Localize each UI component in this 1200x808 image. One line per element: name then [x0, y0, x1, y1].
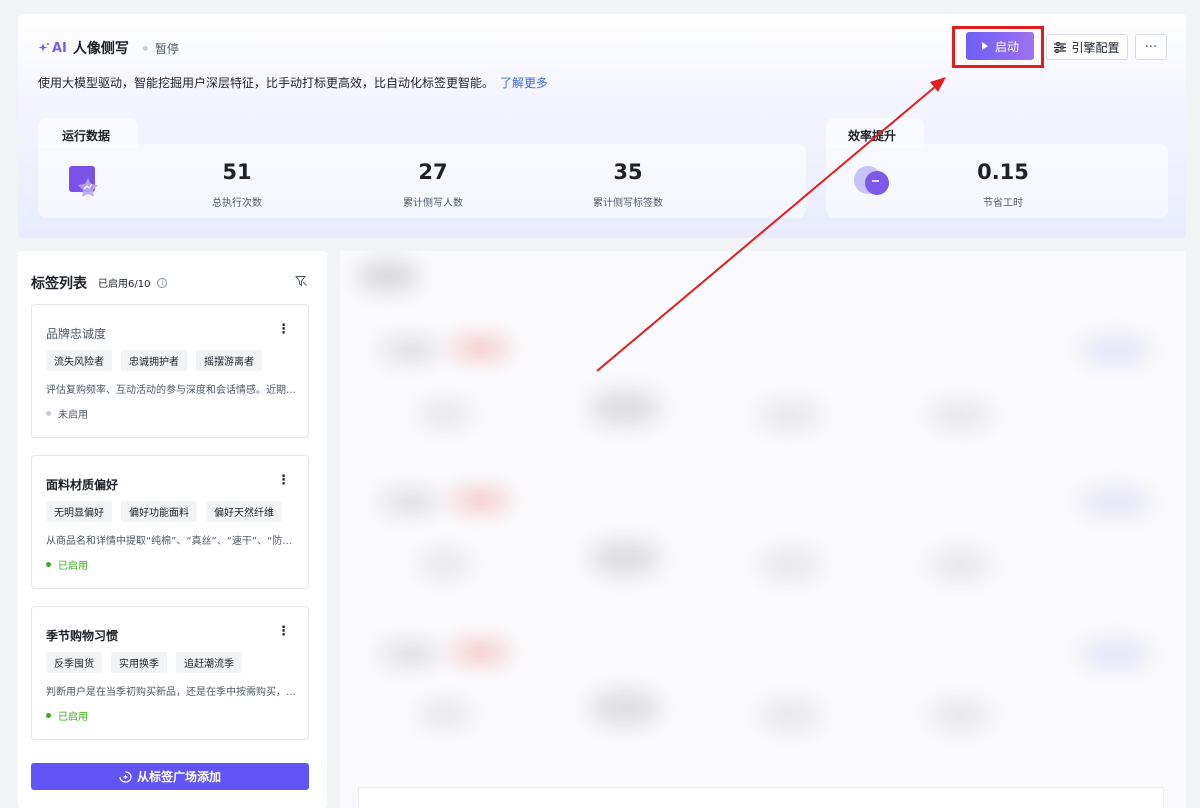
status-text: 已启用	[58, 712, 88, 723]
tag-chip: 摇摆游离者	[196, 350, 262, 371]
status-text: 已启用	[58, 561, 88, 572]
metric-label: 总执行次数	[212, 198, 262, 209]
tag-card-title: 季节购物习惯	[46, 629, 119, 643]
metric-profiled-users: 27 累计侧写人数	[358, 160, 508, 209]
status-dot	[46, 713, 51, 718]
tag-chip: 反季囤货	[46, 652, 102, 673]
learn-more-link[interactable]: 了解更多	[500, 76, 548, 90]
tag-list-title: 标签列表	[31, 276, 87, 292]
sliders-icon	[1054, 41, 1067, 53]
clock-icon	[854, 166, 889, 195]
tag-chip: 追赶潮流季	[176, 652, 242, 673]
tag-chip: 偏好功能面料	[121, 501, 197, 522]
tag-chip-list: 无明显偏好 偏好功能面料 偏好天然纤维	[46, 501, 282, 522]
filter-icon[interactable]	[295, 275, 307, 287]
metric-value: 27	[418, 160, 448, 184]
tag-card-brand-loyalty[interactable]: 品牌忠诚度 ⋮ 流失风险者 忠诚拥护者 摇摆游离者 评估复购频率、互动活动的参与…	[31, 304, 309, 438]
add-from-tag-plaza-button[interactable]: 从标签广场添加	[31, 763, 309, 790]
status-dot	[46, 411, 51, 416]
tag-chip: 忠诚拥护者	[121, 350, 187, 371]
description-text: 使用大模型驱动，智能挖掘用户深层特征，比手动打标更高效，比自动化标签更智能。	[38, 76, 495, 90]
tag-card-title: 面料材质偏好	[46, 478, 119, 492]
tag-card-description: 评估复购频率、互动活动的参与深度和会话情感。近期…	[46, 385, 296, 396]
tag-chip-list: 反季囤货 实用换季 追赶潮流季	[46, 652, 242, 673]
tag-card-description: 判断用户是在当季初购买新品，还是在季中按需购买，…	[46, 687, 296, 698]
card-menu-icon[interactable]: ⋮	[277, 323, 290, 337]
add-button-label: 从标签广场添加	[136, 770, 221, 784]
tag-add-icon	[119, 770, 132, 783]
ai-label: AI	[52, 40, 67, 56]
status-dot	[46, 562, 51, 567]
blurred-overlay	[340, 251, 1186, 808]
sparkle-icon	[38, 43, 49, 52]
tag-card-status: 已启用	[46, 557, 88, 572]
tag-card-fabric-preference[interactable]: 面料材质偏好 ⋮ 无明显偏好 偏好功能面料 偏好天然纤维 从商品名和详情中提取“…	[31, 455, 309, 589]
main-footer-bar	[358, 787, 1164, 808]
blurred-main-content	[340, 251, 1186, 808]
tag-chip-list: 流失风险者 忠诚拥护者 摇摆游离者	[46, 350, 262, 371]
enabled-count: 已启用6/10 i	[98, 275, 168, 290]
status-dot	[142, 45, 148, 51]
tag-card-title: 品牌忠诚度	[46, 327, 107, 341]
tag-list-panel: 标签列表 已启用6/10 i 品牌忠诚度 ⋮ 流失风险者 忠诚拥护者 摇摆游离者…	[18, 251, 327, 808]
enabled-count-text: 已启用6/10	[98, 279, 151, 290]
tag-chip: 无明显偏好	[46, 501, 112, 522]
status-text: 未启用	[58, 410, 88, 421]
tag-card-status: 未启用	[46, 406, 88, 421]
engine-title-row: AI 人像侧写 暂停	[38, 38, 179, 58]
tag-card-status: 已启用	[46, 708, 88, 723]
engine-description: 使用大模型驱动，智能挖掘用户深层特征，比手动打标更高效，比自动化标签更智能。 了解…	[38, 74, 548, 91]
metric-value: 51	[222, 160, 252, 184]
efficiency-card: 0.15 节省工时	[826, 144, 1168, 218]
more-options-button[interactable]: ···	[1135, 34, 1167, 60]
chart-icon	[69, 166, 98, 197]
info-icon[interactable]: i	[157, 277, 168, 288]
metric-label: 累计侧写人数	[403, 198, 463, 209]
card-menu-icon[interactable]: ⋮	[277, 625, 290, 639]
card-menu-icon[interactable]: ⋮	[277, 474, 290, 488]
tag-chip: 实用换季	[111, 652, 167, 673]
engine-config-label: 引擎配置	[1071, 40, 1120, 55]
metric-value: 0.15	[977, 160, 1029, 184]
tag-card-seasonal-shopping[interactable]: 季节购物习惯 ⋮ 反季囤货 实用换季 追赶潮流季 判断用户是在当季初购买新品，还…	[31, 606, 309, 740]
metric-label: 节省工时	[983, 198, 1023, 209]
ai-badge: AI	[38, 41, 67, 56]
tag-chip: 流失风险者	[46, 350, 112, 371]
metric-saved-hours: 0.15 节省工时	[928, 160, 1078, 209]
page-title: 人像侧写	[72, 41, 129, 57]
tag-card-description: 从商品名和详情中提取“纯棉”、“真丝”、“速干”、“防水…	[46, 536, 298, 547]
metric-profiled-tags: 35 累计侧写标签数	[553, 160, 703, 209]
run-data-card: 51 总执行次数 27 累计侧写人数 35 累计侧写标签数	[38, 144, 806, 218]
annotation-highlight-box	[952, 26, 1044, 68]
metric-value: 35	[613, 160, 643, 184]
metric-total-runs: 51 总执行次数	[162, 160, 312, 209]
engine-status: 暂停	[154, 41, 179, 56]
metric-label: 累计侧写标签数	[593, 198, 663, 209]
tag-chip: 偏好天然纤维	[206, 501, 282, 522]
engine-config-button[interactable]: 引擎配置	[1046, 34, 1128, 60]
